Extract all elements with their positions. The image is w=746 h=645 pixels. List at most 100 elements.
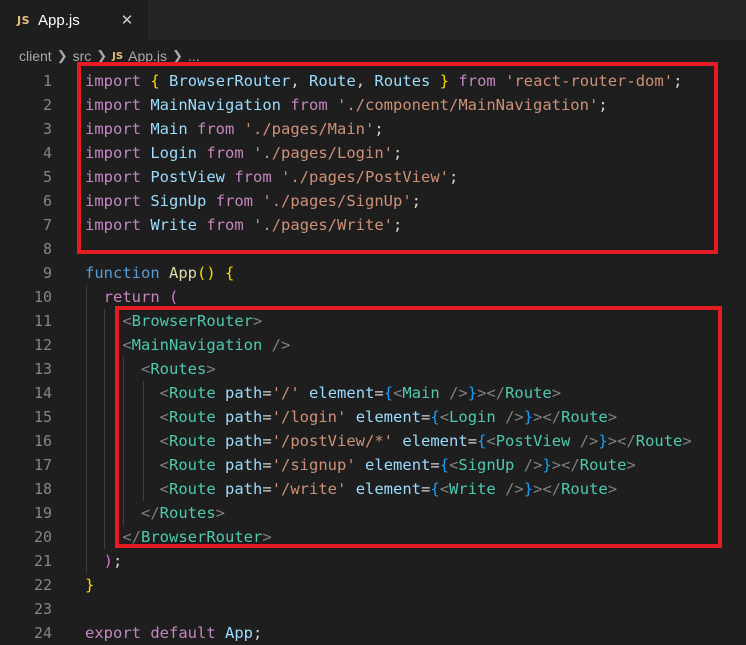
code-token: }: [523, 480, 534, 498]
breadcrumb-item-src[interactable]: src: [73, 48, 92, 64]
code-token: <: [159, 456, 169, 474]
code-token: =: [421, 480, 431, 498]
close-icon[interactable]: ✕: [118, 11, 136, 29]
code-token: >: [215, 504, 226, 522]
chevron-right-icon: ❯: [96, 48, 108, 63]
code-token: '/write': [271, 480, 347, 498]
code-text: import SignUp from './pages/SignUp';: [85, 189, 421, 213]
code-line[interactable]: 23: [0, 597, 746, 621]
code-line[interactable]: 18 <Route path='/write' element={<Write …: [0, 477, 746, 501]
code-token: =: [262, 456, 272, 474]
code-token: <: [393, 384, 403, 402]
code-line[interactable]: 8: [0, 237, 746, 261]
code-token: }: [439, 72, 450, 90]
code-token: <: [159, 480, 169, 498]
code-line[interactable]: 22}: [0, 573, 746, 597]
code-token: />: [505, 408, 524, 426]
breadcrumb-item-file[interactable]: App.js: [128, 48, 167, 64]
code-line[interactable]: 15 <Route path='/login' element={<Login …: [0, 405, 746, 429]
code-token: ;: [598, 96, 608, 114]
code-token: path: [225, 384, 263, 402]
code-token: {: [150, 72, 160, 90]
code-token: {: [477, 432, 487, 450]
line-number: 12: [33, 336, 52, 354]
code-line[interactable]: 20 </BrowserRouter>: [0, 525, 746, 549]
code-line[interactable]: 1 import { BrowserRouter, Route, Routes }…: [0, 69, 746, 93]
code-line[interactable]: 14 <Route path='/' element={<Main />}></…: [0, 381, 746, 405]
code-text: </BrowserRouter>: [85, 525, 272, 549]
code-token: path: [225, 408, 263, 426]
code-token: SignUp: [150, 192, 207, 210]
code-line[interactable]: 21 );: [0, 549, 746, 573]
code-token: ): [103, 552, 114, 570]
line-number: 21: [33, 552, 52, 570]
breadcrumb-item-client[interactable]: client: [19, 48, 52, 64]
code-token: ,: [355, 72, 375, 90]
code-line[interactable]: 12 <MainNavigation />: [0, 333, 746, 357]
code-token: ;: [393, 216, 403, 234]
code-token: =: [262, 480, 272, 498]
code-token: ;: [393, 144, 403, 162]
code-token: PostView: [495, 432, 571, 450]
code-token: BrowserRouter: [169, 72, 291, 90]
code-token: '/': [271, 384, 300, 402]
code-token: element: [355, 408, 422, 426]
code-token: import: [85, 72, 141, 90]
code-text: );: [85, 549, 123, 573]
code-line[interactable]: 6 import SignUp from './pages/SignUp';: [0, 189, 746, 213]
code-line[interactable]: 2 import MainNavigation from './component…: [0, 93, 746, 117]
code-token: ></: [551, 456, 580, 474]
code-line[interactable]: 3 import Main from './pages/Main';: [0, 117, 746, 141]
code-token: >: [551, 384, 562, 402]
code-token: App: [225, 624, 254, 642]
code-token: MainNavigation: [150, 96, 281, 114]
code-token: >: [262, 528, 272, 546]
code-token: from: [234, 168, 272, 186]
code-token: >: [682, 432, 692, 450]
code-token: ;: [113, 552, 123, 570]
code-line[interactable]: 4 import Login from './pages/Login';: [0, 141, 746, 165]
code-line[interactable]: 9 function App() {: [0, 261, 746, 285]
code-token: function: [85, 264, 160, 282]
code-token: >: [206, 360, 216, 378]
code-line[interactable]: 16 <Route path='/postView/*' element={<P…: [0, 429, 746, 453]
code-token: Route: [561, 408, 608, 426]
tab-app-js[interactable]: JS App.js ✕: [0, 0, 148, 40]
code-line[interactable]: 10 return (: [0, 285, 746, 309]
code-token: Route: [579, 456, 627, 474]
code-line[interactable]: 11 <BrowserRouter>: [0, 309, 746, 333]
code-token: />: [449, 384, 468, 402]
code-line[interactable]: 13 <Routes>: [0, 357, 746, 381]
code-token: from: [206, 144, 244, 162]
line-number: 11: [33, 312, 52, 330]
code-line[interactable]: 17 <Route path='/signup' element={<SignU…: [0, 453, 746, 477]
code-editor[interactable]: 1 import { BrowserRouter, Route, Routes }…: [0, 69, 746, 644]
code-token: ;: [253, 624, 263, 642]
code-line[interactable]: 19 </Routes>: [0, 501, 746, 525]
code-token: import: [85, 96, 141, 114]
breadcrumb-item-symbols[interactable]: ...: [188, 48, 200, 64]
code-token: =: [421, 408, 431, 426]
code-line[interactable]: 5 import PostView from './pages/PostView'…: [0, 165, 746, 189]
code-line[interactable]: 24 export default App;: [0, 621, 746, 645]
code-token: >: [607, 480, 618, 498]
code-token: MainNavigation: [131, 336, 263, 354]
code-token: <: [439, 480, 450, 498]
code-line[interactable]: 7 import Write from './pages/Write';: [0, 213, 746, 237]
code-token: />: [579, 432, 599, 450]
